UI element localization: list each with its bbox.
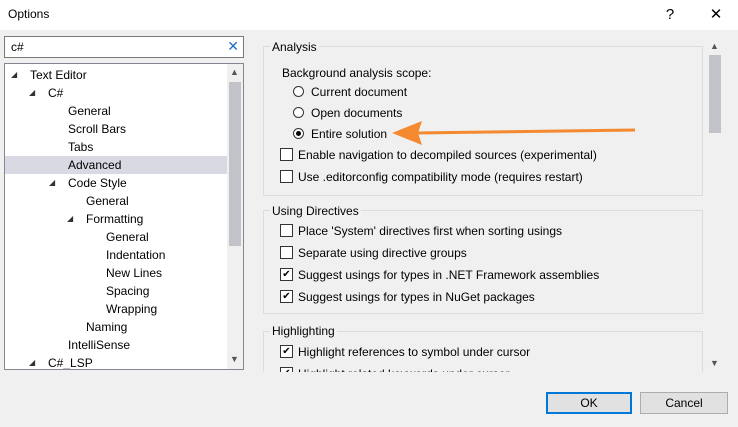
analysis-checkbox[interactable]: Enable navigation to decompiled sources … xyxy=(280,146,690,164)
options-tree: ◢ Text Editor ◢ C# General Scroll Bars Tabs Adv… xyxy=(4,63,244,370)
tree-item-label: C# xyxy=(48,86,64,100)
radio-button[interactable] xyxy=(293,86,304,97)
scroll-up-icon[interactable]: ▲ xyxy=(230,67,239,77)
tree-item[interactable]: Naming xyxy=(5,318,228,336)
highlight-checkbox[interactable]: ✔ Highlight related keywords under cursor xyxy=(280,365,690,372)
tree-item[interactable]: Scroll Bars xyxy=(5,120,228,138)
using-checkbox-label: Suggest usings for types in .NET Framewo… xyxy=(298,268,600,282)
tree-item[interactable]: ◢ C#_LSP xyxy=(5,354,228,370)
clear-search-icon[interactable]: ✕ xyxy=(227,38,239,55)
tree-item[interactable]: Wrapping xyxy=(5,300,228,318)
expander-icon[interactable]: ◢ xyxy=(29,84,35,102)
arrow-shaft xyxy=(415,128,636,135)
tree-item[interactable]: New Lines xyxy=(5,264,228,282)
tree-item-label: General xyxy=(68,104,111,118)
cancel-button[interactable]: Cancel xyxy=(640,392,728,414)
arrow-head-icon xyxy=(392,121,422,145)
page-scroll-up-icon[interactable]: ▲ xyxy=(710,41,719,51)
search-input-value: c# xyxy=(11,40,24,54)
analysis-checkbox[interactable]: Use .editorconfig compatibility mode (re… xyxy=(280,168,690,186)
tree-item[interactable]: Advanced xyxy=(5,156,228,174)
annotation-arrow xyxy=(392,121,636,145)
tree-item[interactable]: Spacing xyxy=(5,282,228,300)
checkbox-unchecked-icon[interactable] xyxy=(280,246,293,259)
window-title: Options xyxy=(8,7,50,21)
expander-icon[interactable]: ◢ xyxy=(29,354,35,369)
radio-button[interactable] xyxy=(293,128,304,139)
tree-item[interactable]: Tabs xyxy=(5,138,228,156)
checkbox-unchecked-icon[interactable] xyxy=(280,170,293,183)
tree-item[interactable]: IntelliSense xyxy=(5,336,228,354)
analysis-group-title: Analysis xyxy=(270,40,319,54)
tree-item-label: Formatting xyxy=(86,212,144,226)
using-checkbox[interactable]: Place 'System' directives first when sor… xyxy=(280,222,690,240)
tree-item[interactable]: General xyxy=(5,192,228,210)
highlight-checkbox[interactable]: ✔ Highlight references to symbol under cu… xyxy=(280,343,690,361)
scope-option-label: Entire solution xyxy=(311,127,388,141)
using-checkbox-label: Separate using directive groups xyxy=(298,246,467,260)
search-input[interactable]: c# ✕ xyxy=(4,36,244,58)
analysis-checkbox-label: Use .editorconfig compatibility mode (re… xyxy=(298,170,583,184)
tree-item-label: Code Style xyxy=(68,176,127,190)
tree-item[interactable]: Indentation xyxy=(5,246,228,264)
ok-button[interactable]: OK xyxy=(546,392,632,414)
using-checkbox[interactable]: ✔ Suggest usings for types in NuGet packa… xyxy=(280,288,690,306)
expander-icon[interactable]: ◢ xyxy=(67,210,73,228)
scroll-thumb[interactable] xyxy=(229,82,241,246)
checkbox-checked-icon[interactable]: ✔ xyxy=(280,290,293,303)
tree-item-label: Tabs xyxy=(68,140,94,154)
page-scroll-down-icon[interactable]: ▼ xyxy=(710,358,719,368)
using-checkbox[interactable]: ✔ Suggest usings for types in .NET Framew… xyxy=(280,266,690,284)
tree-item-label: C#_LSP xyxy=(48,356,93,370)
highlight-checkbox-label: Highlight references to symbol under cur… xyxy=(298,345,531,359)
highlight-checkbox-label: Highlight related keywords under cursor xyxy=(298,365,509,372)
checkbox-checked-icon[interactable]: ✔ xyxy=(280,268,293,281)
scope-label: Background analysis scope: xyxy=(282,66,432,80)
tree-item-label: Indentation xyxy=(106,248,166,262)
scope-option-label: Current document xyxy=(311,85,408,99)
close-button[interactable]: ✕ xyxy=(705,4,727,26)
page-scroll-thumb[interactable] xyxy=(709,55,721,133)
expander-icon[interactable]: ◢ xyxy=(49,174,55,192)
tree-item-label: General xyxy=(86,194,129,208)
tree-item-label: New Lines xyxy=(106,266,163,280)
tree-item-label: Spacing xyxy=(106,284,150,298)
tree-item[interactable]: ◢ C# xyxy=(5,84,228,102)
tree-item[interactable]: General xyxy=(5,102,228,120)
tree-item-label: IntelliSense xyxy=(68,338,131,352)
page-scrollbar[interactable]: ▲ ▼ xyxy=(707,38,724,372)
tree-item[interactable]: General xyxy=(5,228,228,246)
scroll-down-icon[interactable]: ▼ xyxy=(230,354,239,364)
tree-item-label: Naming xyxy=(86,320,128,334)
scope-option[interactable]: Current document xyxy=(280,83,690,101)
tree-item-label: Wrapping xyxy=(106,302,158,316)
using-checkbox-label: Suggest usings for types in NuGet packag… xyxy=(298,290,535,304)
tree-item-label: Advanced xyxy=(68,158,122,172)
tree-scrollbar[interactable]: ▲ ▼ xyxy=(227,64,243,369)
highlighting-title: Highlighting xyxy=(270,324,337,338)
title-bar: Options ? ✕ xyxy=(0,0,738,30)
using-checkbox[interactable]: Separate using directive groups xyxy=(280,244,690,262)
tree-item[interactable]: ◢ Code Style xyxy=(5,174,228,192)
using-checkbox-label: Place 'System' directives first when sor… xyxy=(298,224,563,238)
analysis-checkbox-label: Enable navigation to decompiled sources … xyxy=(298,148,597,162)
checkbox-unchecked-icon[interactable] xyxy=(280,224,293,237)
options-page: Analysis Background analysis scope: Curr… xyxy=(263,36,733,372)
checkbox-checked-icon[interactable]: ✔ xyxy=(280,367,293,372)
checkbox-unchecked-icon[interactable] xyxy=(280,148,293,161)
radio-button[interactable] xyxy=(293,107,304,118)
using-directives-title: Using Directives xyxy=(270,204,361,218)
checkbox-checked-icon[interactable]: ✔ xyxy=(280,345,293,358)
tree-item[interactable]: ◢ Formatting xyxy=(5,210,228,228)
expander-icon[interactable]: ◢ xyxy=(11,66,17,84)
scope-option-label: Open documents xyxy=(311,106,403,120)
tree-item-label: Text Editor xyxy=(30,68,87,82)
help-button[interactable]: ? xyxy=(659,4,681,26)
tree-item-label: General xyxy=(106,230,149,244)
tree-item[interactable]: ◢ Text Editor xyxy=(5,66,228,84)
tree-item-label: Scroll Bars xyxy=(68,122,127,136)
